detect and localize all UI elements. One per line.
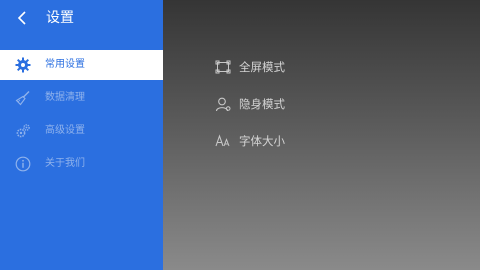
option-label: 隐身模式 [239, 97, 285, 111]
page-title: 设置 [46, 10, 74, 26]
option-label: 全屏模式 [239, 60, 285, 74]
sidebar-item-label: 关于我们 [45, 158, 85, 169]
chevron-left-icon [17, 11, 26, 25]
settings-header: 设置 [0, 0, 163, 38]
sidebar-item-advanced-settings[interactable]: 高级设置 [0, 116, 163, 146]
fullscreen-icon [215, 59, 231, 75]
sidebar-item-data-cleanup[interactable]: 数据清理 [0, 83, 163, 113]
option-incognito-mode[interactable]: 隐身模式 [215, 94, 355, 114]
option-label: 字体大小 [239, 134, 285, 148]
font-size-icon [215, 133, 231, 149]
sidebar-item-label: 常用设置 [45, 59, 85, 70]
sidebar-item-common-settings[interactable]: 常用设置 [0, 50, 163, 80]
option-fullscreen-mode[interactable]: 全屏模式 [215, 57, 355, 77]
info-icon [15, 156, 31, 172]
incognito-user-icon [215, 96, 231, 112]
gear-icon [15, 57, 31, 73]
sidebar-item-about-us[interactable]: 关于我们 [0, 149, 163, 179]
gears-icon [15, 123, 31, 139]
sidebar-item-label: 高级设置 [45, 125, 85, 136]
sidebar-item-label: 数据清理 [45, 92, 85, 103]
option-font-size[interactable]: 字体大小 [215, 131, 355, 151]
sidebar: 设置 常用设置 数据清理 高级设置 关于我们 [0, 0, 163, 270]
back-button[interactable] [14, 9, 32, 27]
settings-content: 全屏模式 隐身模式 字体大小 [163, 0, 480, 270]
broom-icon [15, 90, 31, 106]
